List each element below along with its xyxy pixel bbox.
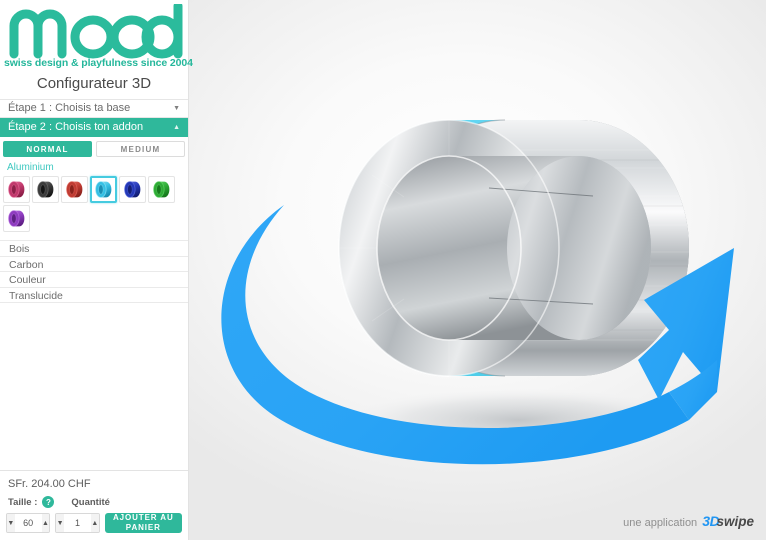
ring-3d-render[interactable] [189,0,766,540]
size-label: Taille : [8,496,38,508]
swatch-vert[interactable] [148,176,175,203]
category-list: Bois Carbon Couleur Translucide [0,240,188,303]
footer-brand: une application 3Dswipe [623,513,754,529]
add-to-cart-button[interactable]: AJOUTER AU PANIER [104,513,183,533]
swatch-bleu[interactable] [119,176,146,203]
price-label: SFr. 204.00 CHF [8,478,91,490]
swatch-violet[interactable] [3,205,30,232]
size-input[interactable] [14,518,42,528]
quantity-increment-button[interactable]: ▲ [90,514,99,532]
tab-normal[interactable]: NORMAL [3,141,92,157]
footer-prefix: une application [623,517,698,529]
ring-swatch-icon [66,181,83,198]
ring-swatch-icon [37,181,54,198]
purchase-panel: SFr. 204.00 CHF Taille : ? Quantité ▼ ▲ … [0,470,188,540]
size-tabs: NORMAL MEDIUM [0,137,188,160]
brand-swipe-text: swipe [716,514,754,529]
page-title: Configurateur 3D [36,75,152,92]
material-swatch-grid [0,176,188,232]
swatch-cyan[interactable] [90,176,117,203]
swatch-rose[interactable] [3,176,30,203]
brand-tagline: swiss design & playfulness since 2004 [4,57,193,69]
field-labels-row: Taille : ? Quantité [6,496,182,508]
sidebar: swiss design & playfulness since 2004 Co… [0,0,193,540]
step-2-choose-addon[interactable]: Étape 2 : Choisis ton addon ▲ [0,118,188,137]
material-group-label: Aluminium [7,162,54,173]
category-bois[interactable]: Bois [0,240,188,257]
step-2-label: Étape 2 : Choisis ton addon [8,121,144,133]
category-translucide[interactable]: Translucide [0,286,188,303]
chevron-up-icon: ▲ [173,124,180,131]
step-1-choose-base[interactable]: Étape 1 : Choisis ta base ▼ [0,99,188,118]
quantity-stepper: ▼ ▲ [55,513,100,533]
category-couleur[interactable]: Couleur [0,271,188,288]
ring-swatch-icon [153,181,170,198]
purchase-controls: ▼ ▲ ▼ ▲ AJOUTER AU PANIER [6,513,183,533]
swatch-noir[interactable] [32,176,59,203]
quantity-label: Quantité [71,496,110,508]
configurator-app: swiss design & playfulness since 2004 Co… [0,0,766,540]
size-stepper: ▼ ▲ [6,513,51,533]
category-carbon[interactable]: Carbon [0,255,188,272]
mood-logo-icon [9,4,183,59]
product-viewport[interactable]: une application 3Dswipe [189,0,766,540]
tab-medium[interactable]: MEDIUM [96,141,185,157]
3dswipe-logo: 3Dswipe [702,513,754,529]
brand-logo: swiss design & playfulness since 2004 [0,0,193,69]
quantity-input[interactable] [63,518,91,528]
ring-swatch-icon [95,181,112,198]
ring-swatch-icon [8,181,25,198]
size-increment-button[interactable]: ▲ [41,514,50,532]
quantity-decrement-button[interactable]: ▼ [56,514,64,532]
ring-swatch-icon [124,181,141,198]
step-1-label: Étape 1 : Choisis ta base [8,102,131,114]
size-decrement-button[interactable]: ▼ [7,514,15,532]
help-icon[interactable]: ? [42,496,55,508]
ring-swatch-icon [8,210,25,227]
product-stage[interactable] [189,0,766,540]
chevron-down-icon: ▼ [173,105,180,112]
swatch-rouge[interactable] [61,176,88,203]
